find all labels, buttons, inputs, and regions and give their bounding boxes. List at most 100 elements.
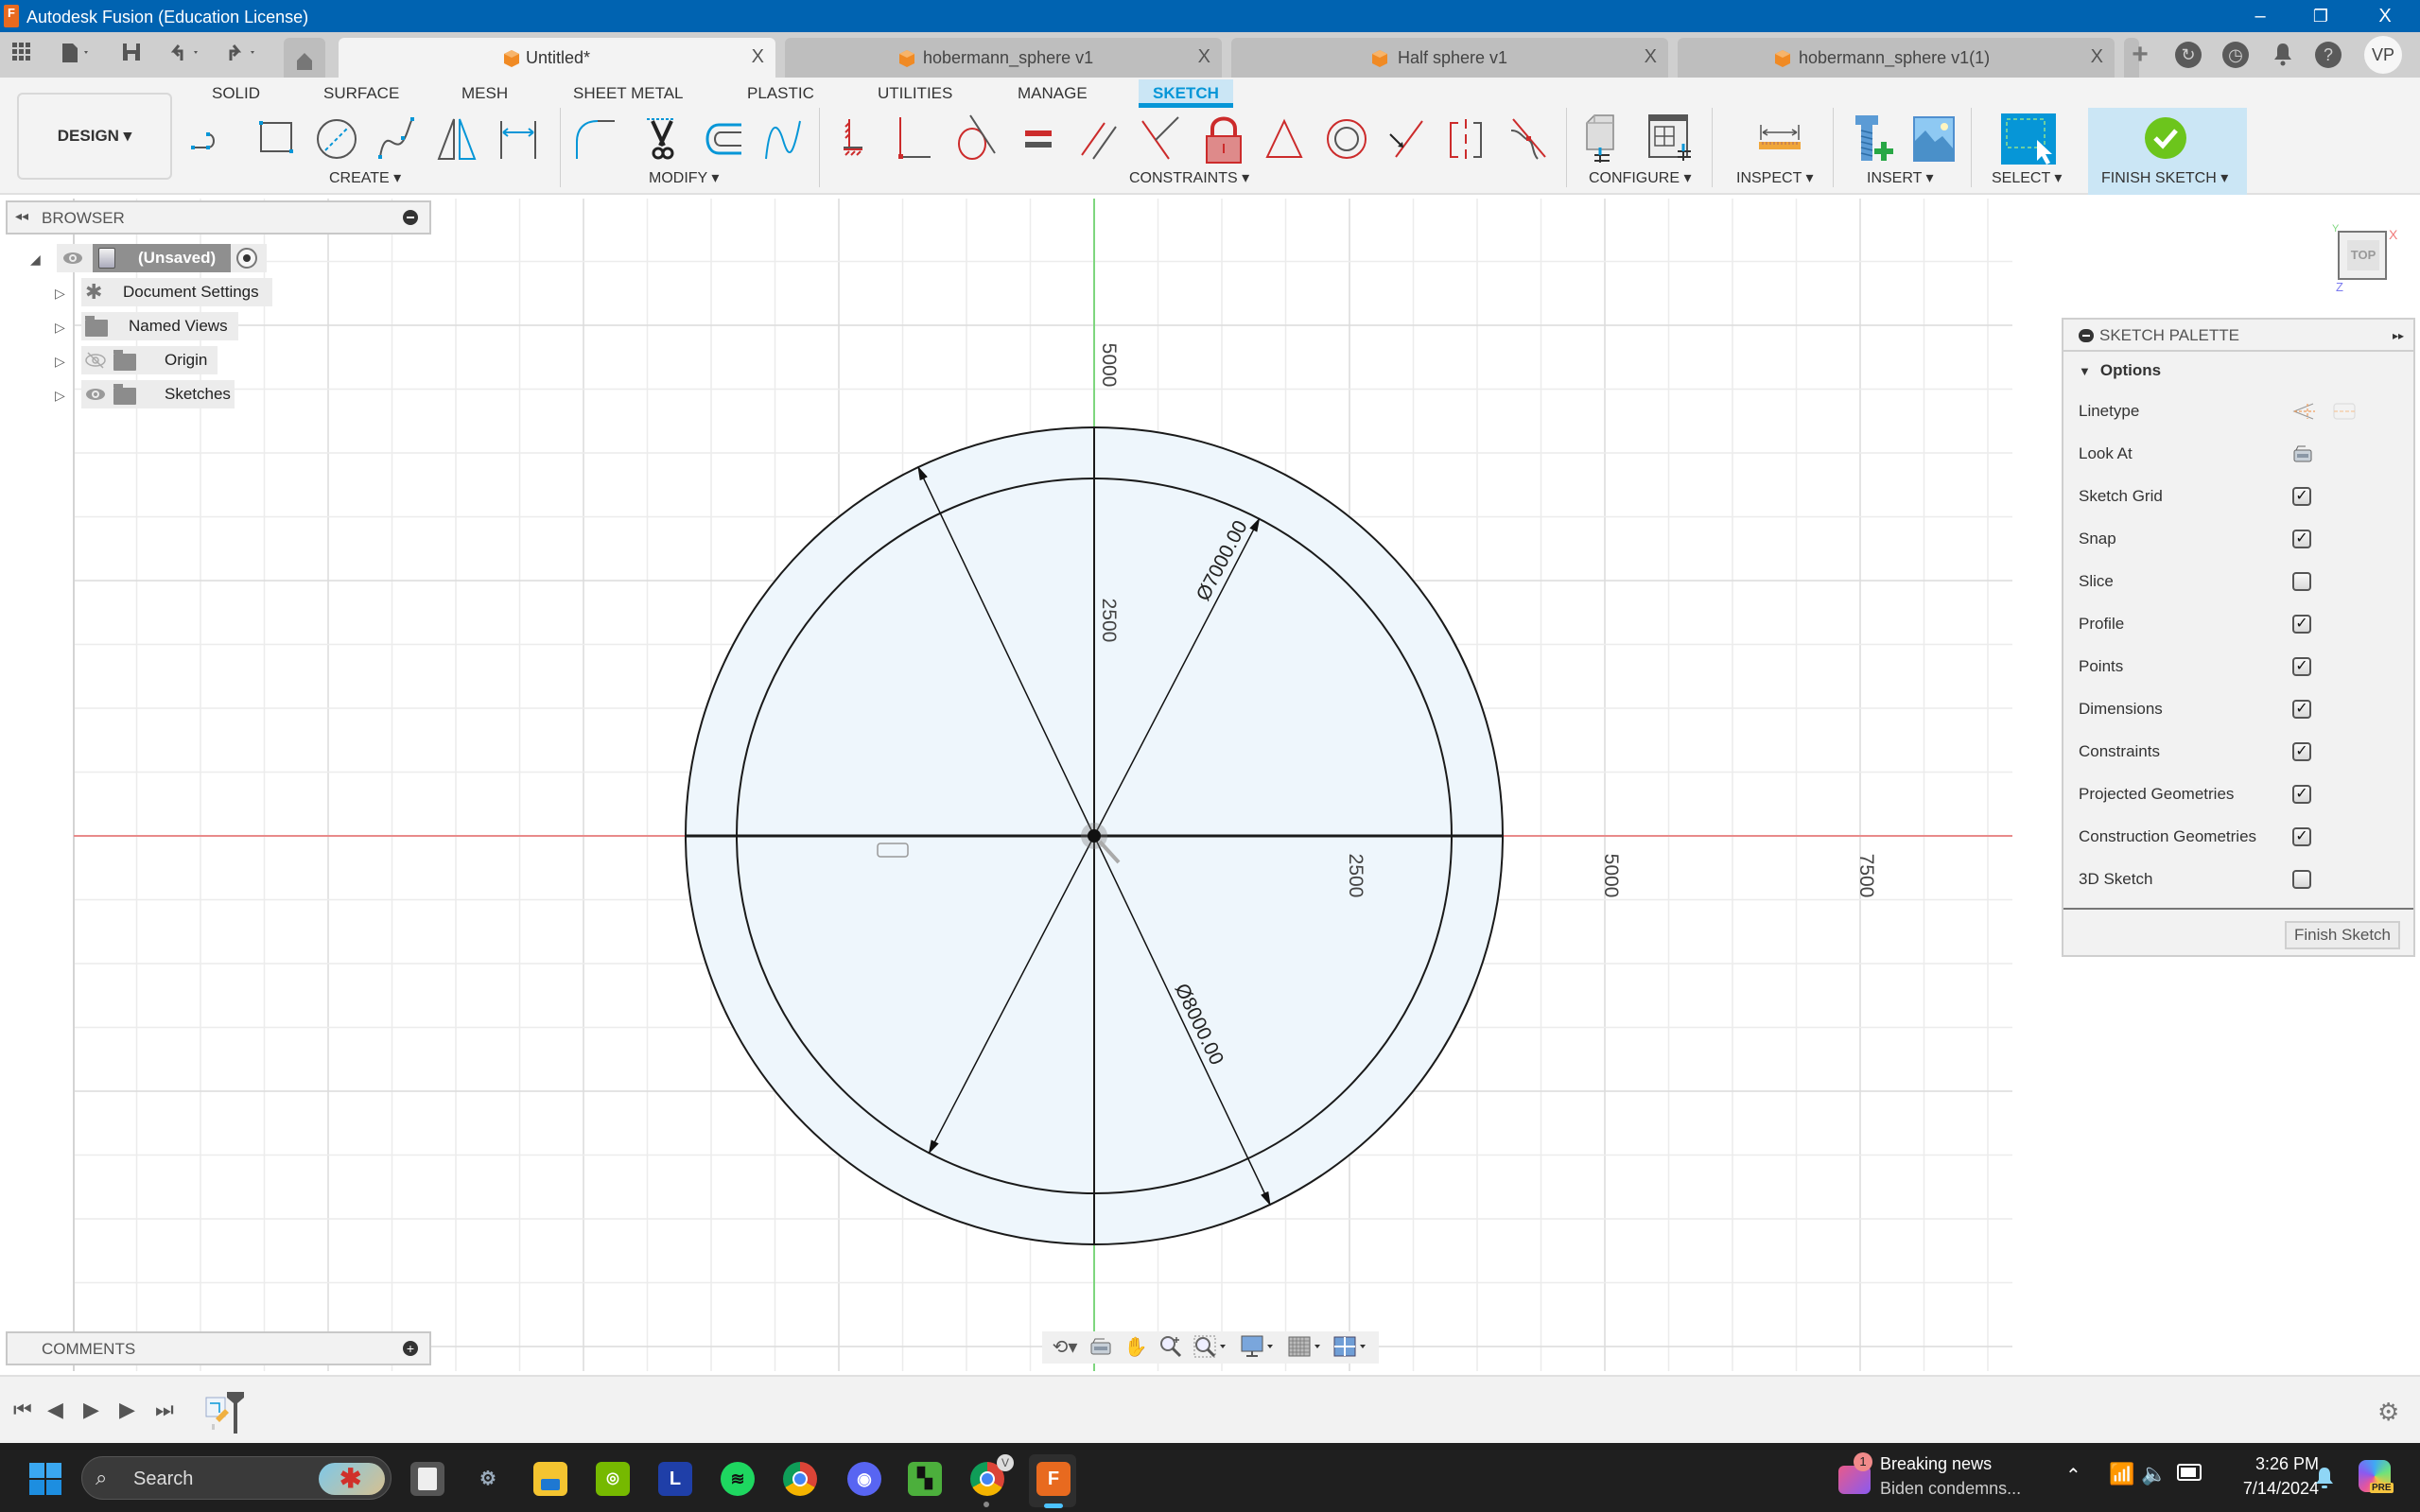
eye-hidden-icon[interactable] — [85, 351, 106, 370]
parallel-constraint-icon[interactable] — [1076, 113, 1122, 165]
browser-item-origin[interactable]: Origin — [81, 346, 218, 374]
news-subtitle[interactable]: Biden condemns... — [1880, 1479, 2021, 1499]
task-view-icon[interactable] — [410, 1462, 444, 1496]
look-at-icon[interactable] — [2292, 444, 2313, 463]
battery-icon[interactable] — [2177, 1464, 2202, 1481]
orbit-icon[interactable]: ⟲▾ — [1046, 1335, 1084, 1360]
minimize-button[interactable]: – — [2232, 2, 2289, 30]
coincident-constraint-icon[interactable] — [895, 113, 940, 165]
expand-icon[interactable]: ▷ — [55, 286, 65, 302]
extend-tool-icon[interactable] — [760, 113, 806, 165]
select-window-icon[interactable] — [2001, 113, 2056, 165]
finish-sketch-check-icon[interactable] — [2143, 113, 2188, 165]
browser-pin-icon[interactable] — [403, 210, 418, 225]
step-forward-icon[interactable]: ▶ — [119, 1398, 135, 1422]
option-checkbox[interactable]: ✓ — [2292, 742, 2311, 761]
symmetry-constraint-icon[interactable] — [1443, 113, 1489, 165]
fillet-tool-icon[interactable] — [573, 113, 618, 165]
nvidia-app-icon[interactable]: ◎ — [596, 1462, 630, 1496]
concentric-constraint-icon[interactable] — [1324, 113, 1369, 165]
insert-menu[interactable]: INSERT ▾ — [1867, 168, 1934, 187]
mirror-tool-icon[interactable] — [435, 113, 480, 165]
insert-mcmaster-bolt-icon[interactable] — [1852, 113, 1897, 165]
restore-button[interactable]: ❐ — [2292, 2, 2349, 30]
insert-canvas-image-icon[interactable] — [1912, 113, 1958, 165]
equal-constraint-icon[interactable] — [1016, 113, 1061, 165]
browser-item-named-views[interactable]: Named Views — [81, 312, 238, 340]
save-icon[interactable] — [119, 42, 144, 68]
collapse-root-icon[interactable]: ◢ — [30, 252, 41, 268]
workspace-switcher-button[interactable]: DESIGN ▾ — [17, 93, 172, 180]
notification-bell-icon[interactable] — [2315, 1466, 2334, 1490]
file-explorer-icon[interactable] — [533, 1462, 567, 1496]
fix-constraint-icon[interactable] — [834, 113, 879, 165]
line-tool-icon[interactable] — [189, 113, 235, 165]
close-window-button[interactable]: X — [2357, 2, 2413, 30]
option-checkbox[interactable]: ✓ — [2292, 657, 2311, 676]
activate-radio-icon[interactable] — [236, 248, 257, 269]
tab-hobermann-sphere-v1-1[interactable]: hobermann_sphere v1(1) X — [1678, 38, 2115, 78]
sketch-geometry[interactable]: Ø7000.00Ø8000.00 — [685, 426, 1504, 1245]
construction-linetype-icon[interactable] — [2292, 401, 2317, 422]
tab-manage[interactable]: MANAGE — [1008, 79, 1097, 108]
option-checkbox[interactable]: ✓ — [2292, 615, 2311, 634]
configure-table-icon[interactable] — [1645, 113, 1698, 165]
browser-item-document-settings[interactable]: ✱ Document Settings — [81, 278, 272, 306]
midpoint-constraint-icon[interactable] — [1262, 113, 1307, 165]
history-clock-icon[interactable]: ◷ — [2222, 42, 2249, 68]
browser-item-sketches[interactable]: Sketches — [81, 380, 235, 408]
palette-expand-icon[interactable]: ▸▸ — [2393, 320, 2404, 352]
display-settings-icon[interactable] — [1241, 1335, 1280, 1360]
option-checkbox[interactable] — [2292, 572, 2311, 591]
wifi-icon[interactable]: 📶 — [2109, 1462, 2134, 1486]
tab-close-icon[interactable]: X — [1198, 46, 1210, 68]
option-checkbox[interactable]: ✓ — [2292, 700, 2311, 719]
taskbar-search-box[interactable]: ⌕ Search ✱ — [81, 1456, 392, 1500]
viewports-icon[interactable] — [1333, 1335, 1373, 1360]
option-checkbox[interactable]: ✓ — [2292, 487, 2311, 506]
pan-hand-icon[interactable]: ✋ — [1123, 1335, 1148, 1360]
tab-plastic[interactable]: PLASTIC — [738, 79, 824, 108]
eye-visible-icon[interactable] — [62, 249, 83, 268]
show-hidden-icons-chevron[interactable]: ⌃ — [2065, 1464, 2081, 1487]
tab-sheet-metal[interactable]: SHEET METAL — [564, 79, 693, 108]
tab-hobermann-sphere-v1[interactable]: hobermann_sphere v1 X — [785, 38, 1222, 78]
tab-close-icon[interactable]: X — [2091, 46, 2103, 68]
origin-point[interactable] — [1088, 829, 1101, 843]
zoom-icon[interactable] — [1159, 1335, 1184, 1360]
option-checkbox[interactable]: ✓ — [2292, 785, 2311, 804]
fusion-taskbar-icon[interactable]: F — [1036, 1462, 1071, 1496]
go-to-end-icon[interactable]: ⏭ — [155, 1398, 174, 1422]
collapse-browser-icon[interactable]: ◂◂ — [15, 208, 28, 224]
tab-half-sphere-v1[interactable]: Half sphere v1 X — [1231, 38, 1668, 78]
settings-app-icon[interactable]: ⚙ — [471, 1462, 505, 1496]
discord-icon[interactable]: ◉ — [847, 1462, 881, 1496]
offset-tool-icon[interactable] — [700, 113, 745, 165]
clock-time[interactable]: 3:26 PM — [2232, 1454, 2319, 1474]
spotify-icon[interactable]: ≋ — [721, 1462, 755, 1496]
sketch-dimension-icon[interactable] — [496, 113, 541, 165]
home-tab[interactable] — [284, 38, 325, 78]
centerline-linetype-icon[interactable] — [2332, 401, 2357, 422]
configure-menu[interactable]: CONFIGURE ▾ — [1589, 168, 1691, 187]
expand-icon[interactable]: ▷ — [55, 388, 65, 404]
finish-sketch-button[interactable]: Finish Sketch — [2285, 921, 2400, 949]
volume-icon[interactable]: 🔈 — [2141, 1462, 2167, 1486]
viewcube-face-top[interactable]: TOP — [2347, 240, 2379, 270]
measure-ruler-icon[interactable] — [1753, 113, 1806, 165]
chrome-icon[interactable] — [783, 1462, 817, 1496]
browser-root-item[interactable]: (Unsaved) — [57, 244, 267, 272]
help-icon[interactable]: ? — [2315, 42, 2342, 68]
circle-tool-icon[interactable] — [314, 113, 359, 165]
expand-icon[interactable]: ▷ — [55, 354, 65, 370]
finish-sketch-menu[interactable]: FINISH SKETCH ▾ — [2101, 168, 2228, 187]
windows-start-icon[interactable] — [28, 1462, 62, 1496]
look-at-icon[interactable] — [1089, 1335, 1114, 1360]
add-comment-icon[interactable]: + — [403, 1341, 418, 1356]
undo-icon[interactable] — [166, 42, 208, 68]
sketch-viewport[interactable]: Ø7000.00Ø8000.00 2500 5000 7500 2500 5000 — [0, 195, 2420, 1375]
tab-surface[interactable]: SURFACE — [314, 79, 409, 108]
tab-sketch[interactable]: SKETCH — [1139, 79, 1233, 108]
constraints-menu[interactable]: CONSTRAINTS ▾ — [1129, 168, 1249, 187]
apps-grid-icon[interactable] — [9, 42, 34, 68]
